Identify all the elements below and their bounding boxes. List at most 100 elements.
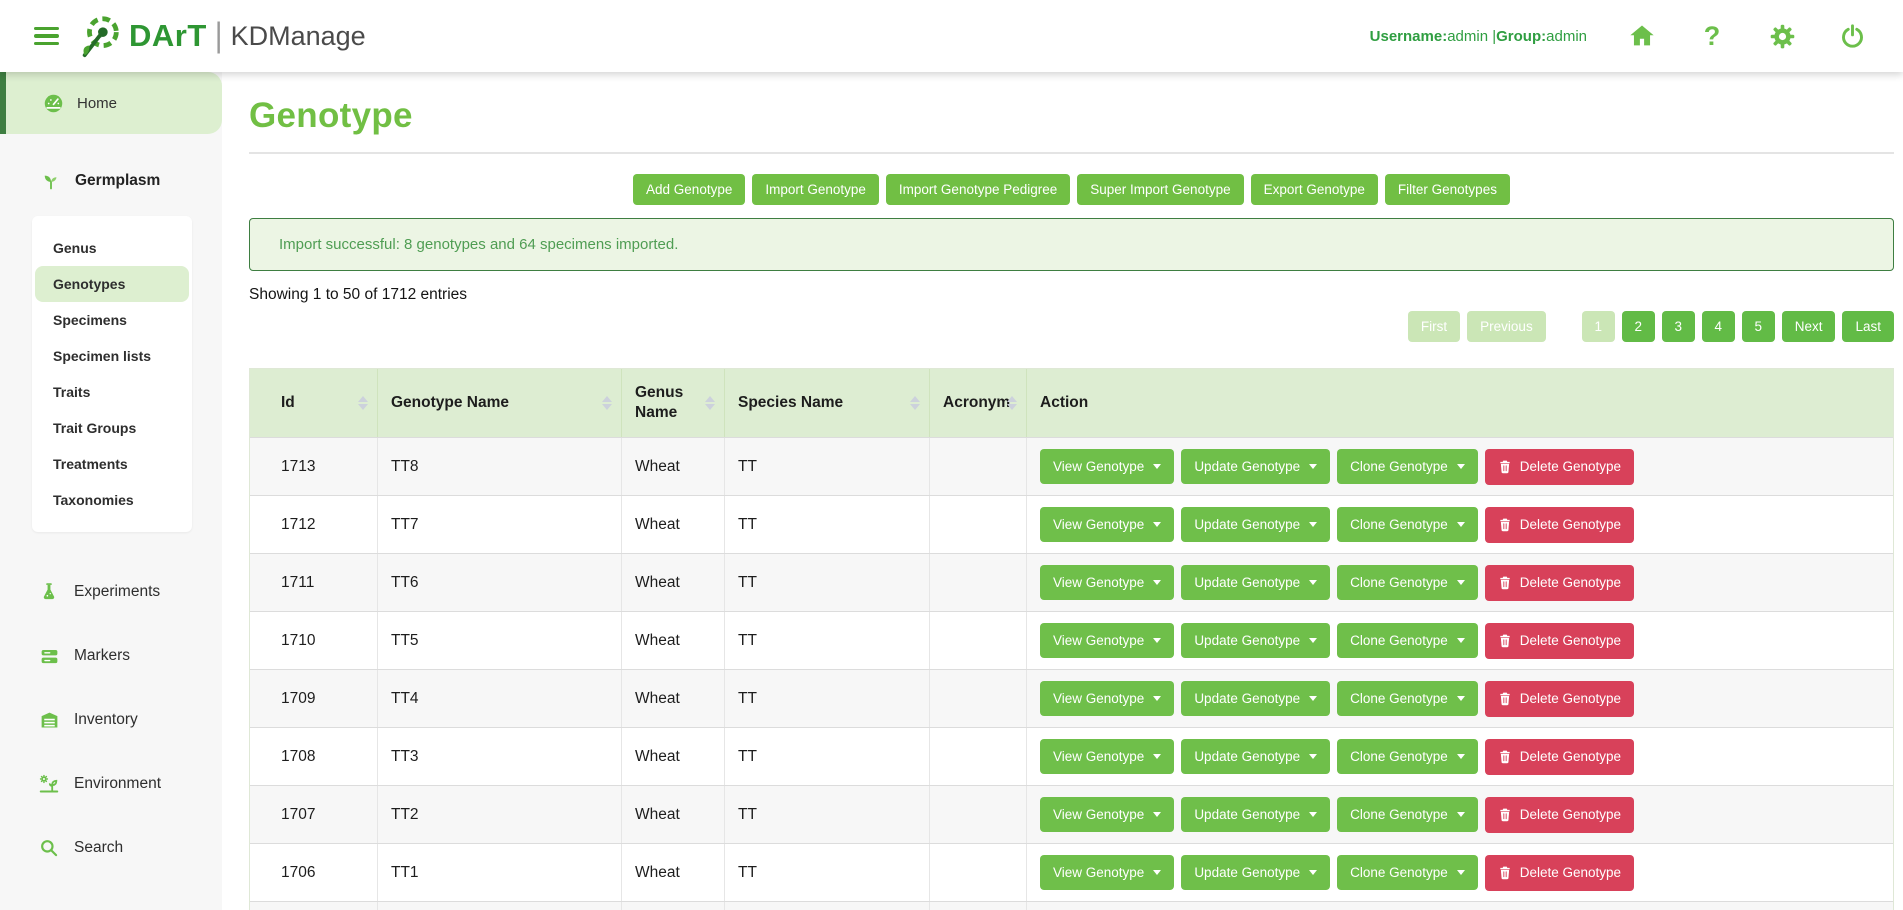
row-button-label: Delete Genotype	[1520, 459, 1621, 474]
column-header-acronym[interactable]: Acronym	[930, 369, 1027, 437]
sidebar-item-label: Experiments	[74, 583, 160, 601]
view-genotype-button[interactable]: View Genotype	[1040, 565, 1174, 600]
caret-down-icon	[1457, 754, 1465, 759]
sidebar-item-environment[interactable]: Environment	[0, 752, 222, 816]
clone-genotype-button[interactable]: Clone Genotype	[1337, 797, 1478, 832]
view-genotype-button[interactable]: View Genotype	[1040, 623, 1174, 658]
update-genotype-button[interactable]: Update Genotype	[1181, 797, 1330, 832]
update-genotype-button[interactable]: Update Genotype	[1181, 507, 1330, 542]
caret-down-icon	[1153, 870, 1161, 875]
sidebar-item-traits[interactable]: Traits	[35, 374, 189, 410]
export-genotype-button[interactable]: Export Genotype	[1251, 174, 1378, 205]
username-label: Username:	[1370, 28, 1448, 45]
delete-genotype-button[interactable]: Delete Genotype	[1485, 623, 1634, 659]
pagination-first-button[interactable]: First	[1408, 311, 1460, 342]
sort-icon	[705, 396, 715, 410]
column-header-id[interactable]: Id	[250, 369, 378, 437]
caret-down-icon	[1457, 638, 1465, 643]
update-genotype-button[interactable]: Update Genotype	[1181, 681, 1330, 716]
row-button-label: Clone Genotype	[1350, 749, 1448, 764]
delete-genotype-button[interactable]: Delete Genotype	[1485, 507, 1634, 543]
delete-genotype-button[interactable]: Delete Genotype	[1485, 565, 1634, 601]
sidebar-germplasm-label: Germplasm	[75, 172, 160, 190]
clone-genotype-button[interactable]: Clone Genotype	[1337, 623, 1478, 658]
update-genotype-button[interactable]: Update Genotype	[1181, 739, 1330, 774]
pagination-page-1-button[interactable]: 1	[1582, 311, 1615, 342]
column-header-species-name[interactable]: Species Name	[725, 369, 930, 437]
clone-genotype-button[interactable]: Clone Genotype	[1337, 739, 1478, 774]
cell-id: 1712	[250, 496, 378, 553]
delete-genotype-button[interactable]: Delete Genotype	[1485, 797, 1634, 833]
brand-logo[interactable]: DArT | KDManage	[77, 13, 366, 59]
cell-acronym	[930, 728, 1027, 785]
import-genotype-pedigree-button[interactable]: Import Genotype Pedigree	[886, 174, 1070, 205]
super-import-genotype-button[interactable]: Super Import Genotype	[1077, 174, 1243, 205]
clone-genotype-button[interactable]: Clone Genotype	[1337, 507, 1478, 542]
import-genotype-button[interactable]: Import Genotype	[752, 174, 879, 205]
delete-genotype-button[interactable]: Delete Genotype	[1485, 449, 1634, 485]
sidebar-item-treatments[interactable]: Treatments	[35, 446, 189, 482]
add-genotype-button[interactable]: Add Genotype	[633, 174, 745, 205]
cell-acronym	[930, 554, 1027, 611]
power-icon[interactable]	[1837, 21, 1867, 51]
clone-genotype-button[interactable]: Clone Genotype	[1337, 565, 1478, 600]
table-row: 1712TT7WheatTTView GenotypeUpdate Genoty…	[250, 495, 1893, 553]
row-button-label: Update Genotype	[1194, 691, 1300, 706]
cell-action: View GenotypeUpdate GenotypeClone Genoty…	[1027, 438, 1893, 495]
view-genotype-button[interactable]: View Genotype	[1040, 855, 1174, 890]
row-button-label: Delete Genotype	[1520, 865, 1621, 880]
pagination-page-5-button[interactable]: 5	[1742, 311, 1775, 342]
pagination-previous-button[interactable]: Previous	[1467, 311, 1546, 342]
sidebar-item-markers[interactable]: Markers	[0, 624, 222, 688]
sidebar-item-genus[interactable]: Genus	[35, 230, 189, 266]
caret-down-icon	[1457, 812, 1465, 817]
cell-id: 1710	[250, 612, 378, 669]
sidebar-item-specimens[interactable]: Specimens	[35, 302, 189, 338]
sidebar-item-inventory[interactable]: Inventory	[0, 688, 222, 752]
cell-genotype-name: TT2	[378, 786, 622, 843]
row-button-label: Update Genotype	[1194, 575, 1300, 590]
column-header-genotype-name[interactable]: Genotype Name	[378, 369, 622, 437]
pagination-last-button[interactable]: Last	[1842, 311, 1894, 342]
filter-genotypes-button[interactable]: Filter Genotypes	[1385, 174, 1510, 205]
view-genotype-button[interactable]: View Genotype	[1040, 681, 1174, 716]
sidebar-item-germplasm[interactable]: Germplasm	[0, 166, 222, 196]
sidebar-item-trait-groups[interactable]: Trait Groups	[35, 410, 189, 446]
sidebar-home-label: Home	[77, 95, 117, 112]
column-header-genus-name[interactable]: Genus Name	[622, 369, 725, 437]
delete-genotype-button[interactable]: Delete Genotype	[1485, 739, 1634, 775]
cell-species-name: TT	[725, 670, 930, 727]
view-genotype-button[interactable]: View Genotype	[1040, 507, 1174, 542]
pagination-page-2-button[interactable]: 2	[1622, 311, 1655, 342]
home-icon[interactable]	[1627, 21, 1657, 51]
delete-genotype-button[interactable]: Delete Genotype	[1485, 681, 1634, 717]
sidebar-item-specimen-lists[interactable]: Specimen lists	[35, 338, 189, 374]
sidebar-item-taxonomies[interactable]: Taxonomies	[35, 482, 189, 518]
help-icon[interactable]: ?	[1697, 21, 1727, 51]
sidebar-item-experiments[interactable]: Experiments	[0, 560, 222, 624]
row-button-label: View Genotype	[1053, 749, 1144, 764]
update-genotype-button[interactable]: Update Genotype	[1181, 623, 1330, 658]
update-genotype-button[interactable]: Update Genotype	[1181, 565, 1330, 600]
gear-icon[interactable]	[1767, 21, 1797, 51]
hamburger-menu-icon[interactable]	[30, 23, 63, 50]
delete-genotype-button[interactable]: Delete Genotype	[1485, 855, 1634, 891]
pagination-page-4-button[interactable]: 4	[1702, 311, 1735, 342]
sidebar-item-genotypes[interactable]: Genotypes	[35, 266, 189, 302]
sidebar-item-home[interactable]: Home	[0, 72, 222, 134]
pagination-page-3-button[interactable]: 3	[1662, 311, 1695, 342]
sidebar-items: Experiments MarkersInventoryEnvironmentSe…	[0, 560, 222, 880]
clone-genotype-button[interactable]: Clone Genotype	[1337, 449, 1478, 484]
view-genotype-button[interactable]: View Genotype	[1040, 797, 1174, 832]
cell-species-name: TT	[725, 728, 930, 785]
brand-divider: |	[215, 16, 223, 55]
clone-genotype-button[interactable]: Clone Genotype	[1337, 681, 1478, 716]
sidebar-item-search[interactable]: Search	[0, 816, 222, 880]
pagination-next-button[interactable]: Next	[1782, 311, 1836, 342]
update-genotype-button[interactable]: Update Genotype	[1181, 855, 1330, 890]
update-genotype-button[interactable]: Update Genotype	[1181, 449, 1330, 484]
view-genotype-button[interactable]: View Genotype	[1040, 449, 1174, 484]
cell-action: View Genotype Update Genotype Clone Genoty…	[1027, 554, 1893, 611]
view-genotype-button[interactable]: View Genotype	[1040, 739, 1174, 774]
clone-genotype-button[interactable]: Clone Genotype	[1337, 855, 1478, 890]
